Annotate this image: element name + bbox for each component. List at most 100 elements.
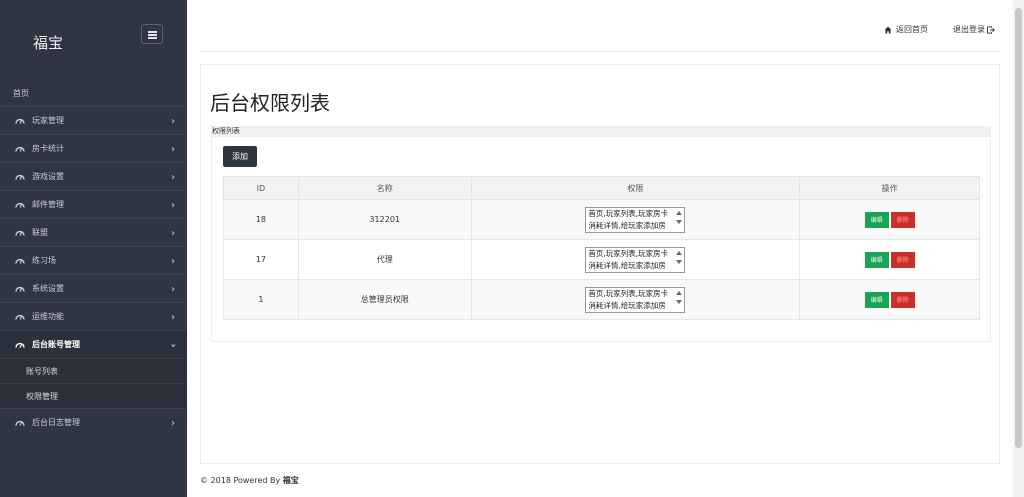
back-home-link[interactable]: 返回首页 [884, 24, 928, 35]
cell-permissions: 首页,玩家列表,玩家房卡消耗详情,给玩家添加房 [470, 239, 801, 280]
sidebar-item-label: 系统设置 [32, 284, 64, 293]
permissions-text: 首页,玩家列表,玩家房卡消耗详情,给玩家添加房 [588, 248, 669, 270]
cell-id: 1 [223, 279, 299, 320]
sidebar-item-game-settings[interactable]: 游戏设置 › [0, 162, 187, 190]
column-header-name: 名称 [297, 176, 472, 200]
gauge-icon [15, 258, 25, 264]
chevron-right-icon: › [171, 284, 175, 295]
chevron-right-icon: › [171, 418, 175, 429]
logout-link[interactable]: 退出登录 [953, 24, 995, 35]
column-header-permissions: 权限 [470, 176, 801, 200]
permissions-textarea[interactable]: 首页,玩家列表,玩家房卡消耗详情,给玩家添加房 [585, 286, 686, 313]
edit-button[interactable]: 编辑 [864, 291, 889, 308]
sidebar-item-label: 练习场 [32, 256, 56, 265]
edit-button[interactable]: 编辑 [864, 251, 889, 268]
sidebar-subitem-account-list[interactable]: 账号列表 [0, 358, 187, 383]
cell-permissions: 首页,玩家列表,玩家房卡消耗详情,给玩家添加房 [470, 279, 801, 320]
sidebar-item-label: 后台日志管理 [32, 418, 80, 427]
table-header-row: ID 名称 权限 操作 [223, 176, 980, 200]
add-button[interactable]: 添加 [223, 146, 257, 167]
sidebar-item-label: 房卡统计 [32, 144, 64, 153]
sidebar-item-room-card-stats[interactable]: 房卡统计 › [0, 134, 187, 162]
chevron-down-icon: › [167, 343, 179, 348]
chevron-right-icon: › [171, 312, 175, 323]
sidebar-item-alliance[interactable]: 联盟 › [0, 218, 187, 246]
sign-out-icon [987, 25, 995, 34]
chevron-right-icon: › [171, 116, 175, 127]
gauge-icon [15, 230, 25, 236]
sidebar-item-label: 联盟 [32, 228, 48, 237]
brand-title: 福宝 [33, 34, 64, 52]
cell-name: 总管理员权限 [297, 279, 472, 320]
chevron-right-icon: › [171, 228, 175, 239]
chevron-right-icon: › [171, 172, 175, 183]
gauge-icon [15, 286, 25, 292]
edit-button[interactable]: 编辑 [864, 211, 889, 228]
table-row: 1 总管理员权限 首页,玩家列表,玩家房卡消耗详情,给玩家添加房 编辑 删除 [223, 279, 980, 320]
logout-label: 退出登录 [953, 25, 985, 34]
cell-actions: 编辑 删除 [799, 239, 980, 280]
sidebar-item-mail[interactable]: 邮件管理 › [0, 190, 187, 218]
sidebar-item-system-settings[interactable]: 系统设置 › [0, 274, 187, 302]
chevron-right-icon: › [171, 200, 175, 211]
permissions-text: 首页,玩家列表,玩家房卡消耗详情,给玩家添加房 [588, 288, 669, 310]
sidebar-item-label: 后台账号管理 [32, 340, 80, 349]
permissions-text: 首页,玩家列表,玩家房卡消耗详情,给玩家添加房 [588, 208, 669, 230]
cell-permissions: 首页,玩家列表,玩家房卡消耗详情,给玩家添加房 [470, 199, 801, 240]
page-scrollbar[interactable] [1013, 0, 1024, 497]
cell-id: 18 [223, 199, 299, 240]
gauge-icon [15, 174, 25, 180]
cell-actions: 编辑 删除 [799, 199, 980, 240]
scrollbar-arrows-icon[interactable] [675, 249, 683, 271]
permissions-textarea[interactable]: 首页,玩家列表,玩家房卡消耗详情,给玩家添加房 [585, 206, 686, 233]
footer: © 2018 Powered By 福宝 [200, 475, 299, 486]
sidebar-item-label: 邮件管理 [32, 200, 64, 209]
table-row: 18 312201 首页,玩家列表,玩家房卡消耗详情,给玩家添加房 编辑 删除 [223, 199, 980, 240]
chevron-right-icon: › [171, 144, 175, 155]
sidebar-item-home[interactable]: 首页 [13, 88, 29, 99]
footer-brand: 福宝 [282, 476, 299, 485]
sidebar-item-label: 运维功能 [32, 312, 64, 321]
hamburger-icon [148, 31, 157, 33]
delete-button[interactable]: 删除 [890, 211, 915, 228]
sidebar-item-admin-logs[interactable]: 后台日志管理 › [0, 408, 187, 436]
scrollbar-arrows-icon[interactable] [675, 209, 683, 231]
footer-text: © 2018 Powered By [200, 476, 283, 485]
permission-list-box: 添加 ID 名称 权限 操作 18 312201 首页,玩家列表,玩家房卡消耗详… [211, 136, 991, 342]
delete-button[interactable]: 删除 [890, 251, 915, 268]
cell-name: 312201 [297, 199, 472, 240]
menu-toggle-button[interactable] [141, 24, 163, 44]
sidebar-nav: 玩家管理 › 房卡统计 › 游戏设置 › 邮件管理 › 联盟 › 练习场 › 系… [0, 106, 187, 436]
scrollbar-arrows-icon[interactable] [675, 289, 683, 311]
gauge-icon [15, 342, 25, 348]
sidebar-subitem-permissions[interactable]: 权限管理 [0, 383, 187, 408]
table-row: 17 代理 首页,玩家列表,玩家房卡消耗详情,给玩家添加房 编辑 删除 [223, 239, 980, 280]
sidebar-item-admin-accounts[interactable]: 后台账号管理 › [0, 330, 187, 358]
scrollbar-thumb[interactable] [1015, 8, 1022, 448]
cell-actions: 编辑 删除 [799, 279, 980, 320]
section-header: 权限列表 [211, 126, 991, 136]
home-icon [884, 26, 892, 33]
gauge-icon [15, 118, 25, 124]
sidebar-item-players[interactable]: 玩家管理 › [0, 106, 187, 134]
sidebar-item-label: 玩家管理 [32, 116, 64, 125]
gauge-icon [15, 202, 25, 208]
back-home-label: 返回首页 [896, 25, 928, 34]
delete-button[interactable]: 删除 [890, 291, 915, 308]
gauge-icon [15, 146, 25, 152]
content-panel: 后台权限列表 权限列表 添加 ID 名称 权限 操作 18 312201 首页, [200, 64, 1000, 464]
cell-id: 17 [223, 239, 299, 280]
sidebar-item-label: 游戏设置 [32, 172, 64, 181]
sidebar-item-practice[interactable]: 练习场 › [0, 246, 187, 274]
permission-table: ID 名称 权限 操作 18 312201 首页,玩家列表,玩家房卡消耗详情,给… [223, 176, 980, 320]
gauge-icon [15, 314, 25, 320]
cell-name: 代理 [297, 239, 472, 280]
topbar: 返回首页 退出登录 [200, 0, 1000, 52]
sidebar: 福宝 首页 玩家管理 › 房卡统计 › 游戏设置 › 邮件管理 › 联盟 › 练… [0, 0, 187, 497]
column-header-id: ID [223, 176, 299, 200]
column-header-actions: 操作 [799, 176, 980, 200]
permissions-textarea[interactable]: 首页,玩家列表,玩家房卡消耗详情,给玩家添加房 [585, 246, 686, 273]
gauge-icon [15, 420, 25, 426]
sidebar-item-ops[interactable]: 运维功能 › [0, 302, 187, 330]
page-title: 后台权限列表 [210, 91, 330, 115]
